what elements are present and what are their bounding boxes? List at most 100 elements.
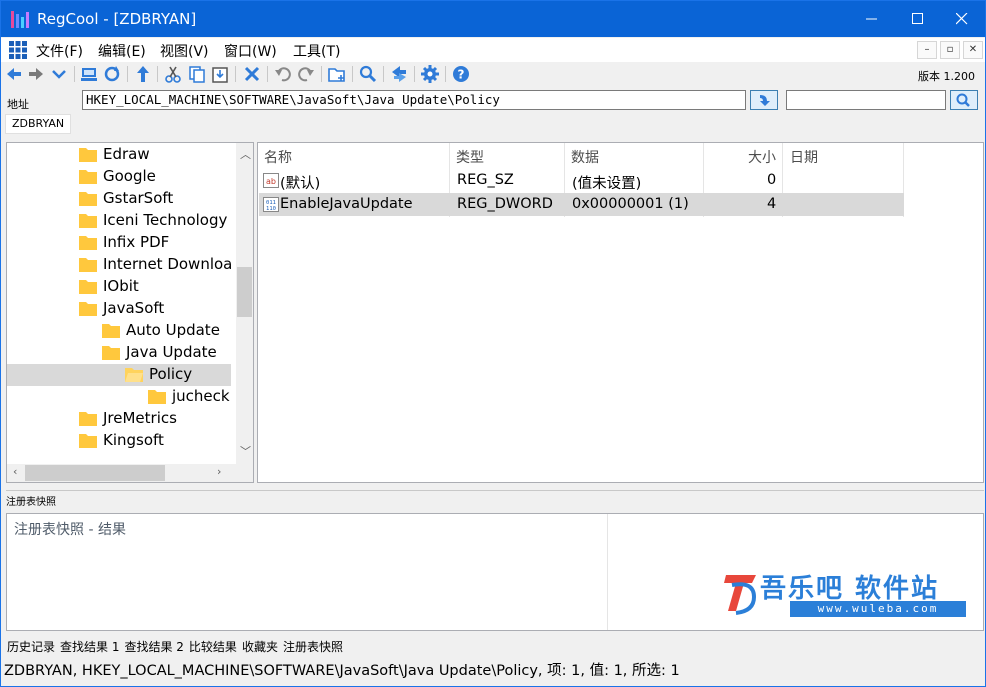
tree-vertical-scrollbar[interactable]: ︿ ﹀ (236, 143, 253, 465)
cut-icon[interactable] (163, 64, 183, 84)
tree-item-label: Google (103, 167, 156, 185)
scroll-up-icon[interactable]: ︿ (240, 146, 251, 162)
tab-zdbryan[interactable]: ZDBRYAN (5, 114, 72, 134)
value-list[interactable]: 名称 类型 数据 大小 日期 ab (默认) REG_SZ (值未设置) 0 0… (257, 142, 984, 483)
version-label: 版本 1.200 (918, 70, 975, 83)
tree-item[interactable]: Infix PDF (7, 232, 231, 254)
delete-icon[interactable] (242, 64, 262, 84)
column-header-name[interactable]: 名称 (264, 147, 292, 167)
scroll-right-icon[interactable]: › (217, 465, 221, 478)
tree-item[interactable]: JavaSoft (7, 298, 231, 320)
undo-icon[interactable] (273, 64, 293, 84)
column-header-data[interactable]: 数据 (571, 147, 599, 167)
tree-item[interactable]: GstarSoft (7, 188, 231, 210)
title-bar: RegCool - [ZDBRYAN] (1, 1, 985, 37)
watermark-title: 吾乐吧 软件站 (760, 574, 940, 604)
tab-find-results-2[interactable]: 查找结果 2 (124, 640, 183, 654)
go-button[interactable] (750, 90, 778, 110)
back-icon[interactable] (4, 64, 24, 84)
close-button[interactable] (939, 1, 985, 37)
tree-item[interactable]: Google (7, 166, 231, 188)
replace-icon[interactable] (389, 64, 409, 84)
cell-size: 4 (767, 196, 777, 212)
tree-item-label: JreMetrics (103, 409, 177, 427)
tree-item[interactable]: Iceni Technology (7, 210, 231, 232)
address-input[interactable]: HKEY_LOCAL_MACHINE\SOFTWARE\JavaSoft\Jav… (82, 90, 746, 110)
redo-icon[interactable] (296, 64, 316, 84)
tree-item-label: Infix PDF (103, 233, 170, 251)
tree-item-label: Java Update (126, 343, 217, 361)
tree-item[interactable]: Kingsoft (7, 430, 231, 452)
tree-item-label: Internet Downloa (103, 255, 233, 273)
tree-item[interactable]: Auto Update (7, 320, 231, 342)
tree-item[interactable]: Internet Downloa (7, 254, 233, 276)
tree-horizontal-scrollbar[interactable]: ‹ › (7, 464, 253, 482)
dropdown-icon[interactable] (49, 64, 69, 84)
cell-size: 0 (767, 172, 777, 188)
mdi-close-button[interactable]: ✕ (963, 41, 983, 59)
snapshot-label: 注册表快照 (6, 497, 56, 508)
scroll-down-icon[interactable]: ﹀ (240, 443, 251, 459)
folder-icon (79, 258, 97, 272)
tree-item[interactable]: Java Update (7, 342, 231, 364)
copy-icon[interactable] (187, 64, 207, 84)
menu-window[interactable]: 窗口(W) (224, 41, 277, 61)
tree-hscroll-thumb[interactable] (25, 465, 165, 481)
tree-vscroll-thumb[interactable] (237, 267, 252, 317)
folder-icon (125, 368, 143, 382)
cell-name: (默认) (280, 176, 321, 192)
table-row-selected[interactable]: 011 110 EnableJavaUpdate REG_DWORD 0x0000… (259, 193, 904, 216)
mdi-minimize-button[interactable]: – (917, 41, 937, 59)
tab-favorites[interactable]: 收藏夹 (242, 640, 278, 654)
up-icon[interactable] (133, 64, 153, 84)
mdi-restore-button[interactable]: ▫ (940, 41, 960, 59)
minimize-button[interactable] (849, 1, 895, 37)
maximize-button[interactable] (895, 1, 941, 37)
folder-icon (79, 214, 97, 228)
menu-tools[interactable]: 工具(T) (293, 41, 340, 61)
search-button[interactable] (950, 90, 978, 110)
settings-icon[interactable] (420, 64, 440, 84)
app-grid-icon[interactable] (9, 41, 27, 59)
cell-name: EnableJavaUpdate (280, 196, 413, 212)
menu-view[interactable]: 视图(V) (160, 41, 209, 61)
close-icon (956, 13, 968, 25)
search-input[interactable] (786, 90, 946, 110)
minimize-icon (866, 18, 877, 20)
folder-icon (102, 324, 120, 338)
menu-file[interactable]: 文件(F) (36, 41, 83, 61)
computer-icon[interactable] (79, 64, 99, 84)
tree-item[interactable]: Edraw (7, 144, 231, 166)
table-row[interactable]: ab (默认) REG_SZ (值未设置) 0 (259, 169, 904, 192)
column-header-size[interactable]: 大小 (748, 147, 776, 167)
registry-tree[interactable]: Edraw Google GstarSoft Iceni Technology Infi… (6, 142, 254, 483)
find-icon[interactable] (358, 64, 378, 84)
tree-item[interactable]: jucheck (7, 386, 231, 408)
tree-item[interactable]: JreMetrics (7, 408, 231, 430)
regcool-app-icon (11, 11, 29, 28)
status-bar: ZDBRYAN, HKEY_LOCAL_MACHINE\SOFTWARE\Jav… (4, 663, 680, 679)
tree-item[interactable]: Policy (7, 364, 231, 386)
folder-icon (79, 148, 97, 162)
tab-compare-results[interactable]: 比较结果 (189, 640, 237, 654)
snapshot-pane: 注册表快照 - 结果 吾乐吧 软件站 www.wuleba.com (6, 513, 984, 631)
folder-icon (148, 390, 166, 404)
watermark-logo-icon (724, 575, 757, 615)
forward-icon[interactable] (26, 64, 46, 84)
column-header-type[interactable]: 类型 (456, 147, 484, 167)
search-icon (956, 93, 970, 107)
tab-history[interactable]: 历史记录 (7, 640, 55, 654)
menu-edit[interactable]: 编辑(E) (98, 41, 146, 61)
help-icon[interactable]: ? (451, 64, 471, 84)
go-arrow-icon (760, 95, 770, 106)
column-header-date[interactable]: 日期 (790, 147, 818, 167)
paste-icon[interactable] (210, 64, 230, 84)
scroll-left-icon[interactable]: ‹ (13, 465, 17, 478)
refresh-icon[interactable] (102, 64, 122, 84)
new-key-icon[interactable] (327, 64, 347, 84)
tree-item[interactable]: IObit (7, 276, 231, 298)
tab-registry-snapshot[interactable]: 注册表快照 (283, 640, 343, 654)
tab-find-results-1[interactable]: 查找结果 1 (60, 640, 119, 654)
tree-item-label: IObit (103, 277, 139, 295)
watermark: 吾乐吧 软件站 www.wuleba.com (724, 565, 974, 619)
